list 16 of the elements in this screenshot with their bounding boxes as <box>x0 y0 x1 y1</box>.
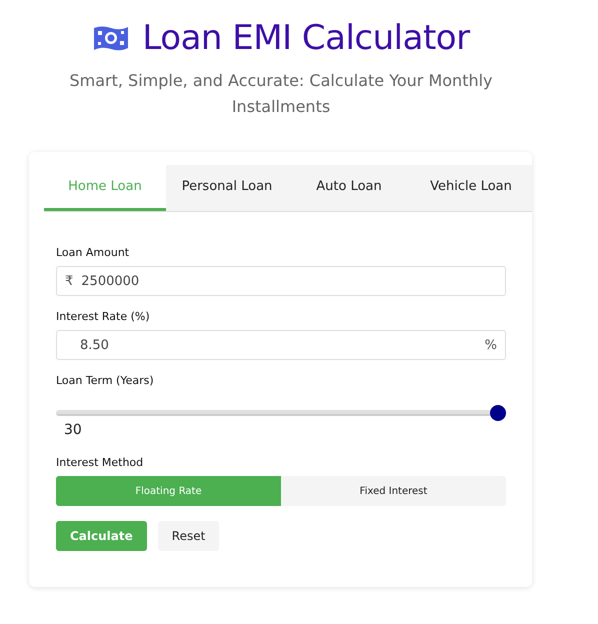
loan-term-slider[interactable] <box>56 405 506 421</box>
field-label: Interest Method <box>56 456 144 469</box>
loan-tab[interactable]: Auto Loan <box>288 165 410 211</box>
method-option[interactable]: Fixed Interest <box>281 476 506 506</box>
field-label: Loan Amount <box>56 246 130 259</box>
field-label: Interest Rate (%) <box>56 310 151 323</box>
loan-tab[interactable]: Personal Loan <box>166 165 288 211</box>
loan-tab[interactable]: Vehicle Loan <box>410 165 532 211</box>
subtitle: Smart, Simple, and Accurate: Calculate Your Monthly Installments <box>68 70 494 118</box>
loan-amount-field[interactable]: ₹ 2500000 <box>56 266 506 296</box>
slider-value: 30 <box>64 422 82 438</box>
app-title: Loan EMI Calculator <box>142 18 470 58</box>
slider-thumb[interactable] <box>490 405 506 421</box>
reset-button[interactable]: Reset <box>158 521 220 551</box>
interest-rate-field[interactable]: 8.50 % <box>56 330 506 360</box>
field-label: Loan Term (Years) <box>56 374 155 387</box>
